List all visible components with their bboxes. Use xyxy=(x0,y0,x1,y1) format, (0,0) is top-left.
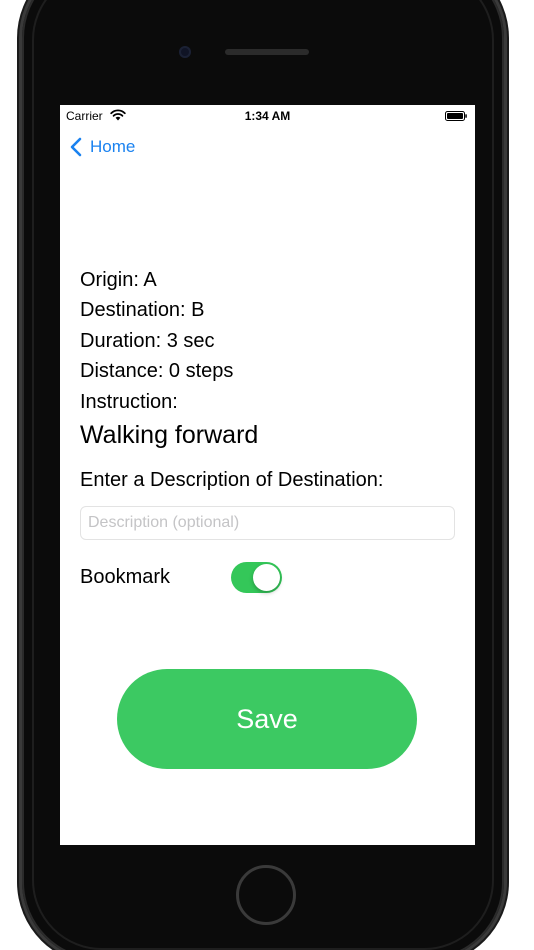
description-input[interactable] xyxy=(80,506,455,540)
screen: Carrier 1:34 AM Home Origin: A Destinati… xyxy=(60,105,475,845)
back-button-label: Home xyxy=(90,137,136,156)
bookmark-label: Bookmark xyxy=(80,566,171,588)
distance-label: Distance: 0 steps xyxy=(80,360,234,382)
earpiece-speaker xyxy=(225,49,309,55)
destination-label: Destination: B xyxy=(80,299,205,321)
description-prompt: Enter a Description of Destination: xyxy=(80,469,384,491)
duration-label: Duration: 3 sec xyxy=(80,330,215,352)
chevron-left-icon xyxy=(70,137,82,157)
instruction-label: Instruction: xyxy=(80,391,178,413)
toggle-knob xyxy=(253,564,280,591)
save-button[interactable]: Save xyxy=(117,669,417,769)
bookmark-toggle[interactable] xyxy=(231,562,282,593)
clock: 1:34 AM xyxy=(244,109,291,123)
battery-icon xyxy=(445,111,467,121)
home-button[interactable] xyxy=(236,865,296,925)
origin-label: Origin: A xyxy=(80,269,157,291)
back-button[interactable]: Home xyxy=(70,137,135,157)
status-bar: Carrier 1:34 AM xyxy=(60,105,475,127)
front-camera xyxy=(179,46,191,58)
device-frame: Carrier 1:34 AM Home Origin: A Destinati… xyxy=(0,0,534,950)
instruction-value: Walking forward xyxy=(80,421,259,449)
